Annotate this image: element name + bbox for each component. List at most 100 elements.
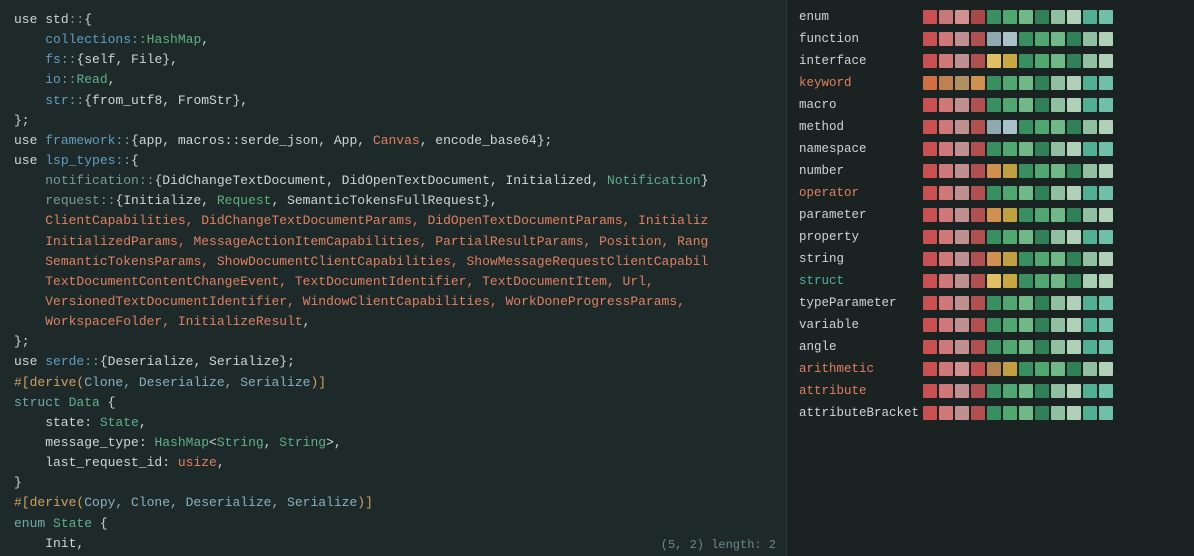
color-swatch[interactable] <box>923 384 937 398</box>
color-swatch[interactable] <box>971 296 985 310</box>
color-swatch[interactable] <box>1003 98 1017 112</box>
color-swatch[interactable] <box>971 10 985 24</box>
token-row[interactable]: method <box>787 116 1194 138</box>
color-swatch[interactable] <box>971 54 985 68</box>
color-swatch[interactable] <box>955 406 969 420</box>
color-swatch[interactable] <box>1035 54 1049 68</box>
color-swatch[interactable] <box>1019 362 1033 376</box>
color-swatch[interactable] <box>1003 252 1017 266</box>
color-swatch[interactable] <box>971 164 985 178</box>
color-swatch[interactable] <box>1035 208 1049 222</box>
color-swatch[interactable] <box>971 274 985 288</box>
color-swatch[interactable] <box>939 76 953 90</box>
color-swatch[interactable] <box>923 230 937 244</box>
color-swatch[interactable] <box>1035 10 1049 24</box>
color-swatch[interactable] <box>939 208 953 222</box>
color-swatch[interactable] <box>1019 54 1033 68</box>
color-swatch[interactable] <box>939 32 953 46</box>
color-swatch[interactable] <box>1035 32 1049 46</box>
color-swatch[interactable] <box>1099 164 1113 178</box>
token-list[interactable]: enumfunctioninterfacekeywordmacromethodn… <box>787 0 1194 556</box>
color-swatch[interactable] <box>939 120 953 134</box>
color-swatch[interactable] <box>1035 164 1049 178</box>
color-swatch[interactable] <box>1099 230 1113 244</box>
color-swatch[interactable] <box>1019 142 1033 156</box>
color-swatch[interactable] <box>1083 164 1097 178</box>
color-swatch[interactable] <box>1003 274 1017 288</box>
color-swatch[interactable] <box>1051 384 1065 398</box>
color-swatch[interactable] <box>987 98 1001 112</box>
color-swatch[interactable] <box>1035 340 1049 354</box>
color-swatch[interactable] <box>955 142 969 156</box>
color-swatch[interactable] <box>1067 98 1081 112</box>
color-swatch[interactable] <box>1035 186 1049 200</box>
color-swatch[interactable] <box>1003 230 1017 244</box>
token-row[interactable]: macro <box>787 94 1194 116</box>
token-row[interactable]: attributeBracket <box>787 402 1194 424</box>
token-row[interactable]: typeParameter <box>787 292 1194 314</box>
color-swatch[interactable] <box>939 164 953 178</box>
color-swatch[interactable] <box>1099 186 1113 200</box>
color-swatch[interactable] <box>987 384 1001 398</box>
color-swatch[interactable] <box>1003 10 1017 24</box>
color-swatch[interactable] <box>939 274 953 288</box>
color-swatch[interactable] <box>987 252 1001 266</box>
color-swatch[interactable] <box>923 186 937 200</box>
color-swatch[interactable] <box>923 54 937 68</box>
color-swatch[interactable] <box>971 340 985 354</box>
color-swatch[interactable] <box>1019 384 1033 398</box>
color-swatch[interactable] <box>971 362 985 376</box>
color-swatch[interactable] <box>1035 252 1049 266</box>
color-swatch[interactable] <box>1051 296 1065 310</box>
color-swatch[interactable] <box>1019 230 1033 244</box>
color-swatch[interactable] <box>1083 186 1097 200</box>
color-swatch[interactable] <box>1083 384 1097 398</box>
color-swatch[interactable] <box>923 406 937 420</box>
color-swatch[interactable] <box>1067 296 1081 310</box>
color-swatch[interactable] <box>1067 384 1081 398</box>
color-swatch[interactable] <box>1083 120 1097 134</box>
color-swatch[interactable] <box>1003 296 1017 310</box>
token-row[interactable]: property <box>787 226 1194 248</box>
token-row[interactable]: variable <box>787 314 1194 336</box>
color-swatch[interactable] <box>1067 186 1081 200</box>
color-swatch[interactable] <box>1083 98 1097 112</box>
color-swatch[interactable] <box>1067 76 1081 90</box>
color-swatch[interactable] <box>1083 10 1097 24</box>
color-swatch[interactable] <box>1099 120 1113 134</box>
color-swatch[interactable] <box>1003 208 1017 222</box>
color-swatch[interactable] <box>987 164 1001 178</box>
color-swatch[interactable] <box>939 384 953 398</box>
color-swatch[interactable] <box>1003 142 1017 156</box>
color-swatch[interactable] <box>1067 10 1081 24</box>
color-swatch[interactable] <box>1003 120 1017 134</box>
color-swatch[interactable] <box>971 208 985 222</box>
color-swatch[interactable] <box>971 318 985 332</box>
color-swatch[interactable] <box>1019 98 1033 112</box>
color-swatch[interactable] <box>1035 230 1049 244</box>
color-swatch[interactable] <box>1083 318 1097 332</box>
color-swatch[interactable] <box>1035 76 1049 90</box>
color-swatch[interactable] <box>987 76 1001 90</box>
color-swatch[interactable] <box>923 76 937 90</box>
color-swatch[interactable] <box>1083 406 1097 420</box>
token-row[interactable]: parameter <box>787 204 1194 226</box>
color-swatch[interactable] <box>1083 208 1097 222</box>
color-swatch[interactable] <box>1099 54 1113 68</box>
color-swatch[interactable] <box>1083 274 1097 288</box>
color-swatch[interactable] <box>1019 32 1033 46</box>
color-swatch[interactable] <box>1067 32 1081 46</box>
color-swatch[interactable] <box>971 384 985 398</box>
color-swatch[interactable] <box>987 406 1001 420</box>
color-swatch[interactable] <box>971 142 985 156</box>
color-swatch[interactable] <box>1067 142 1081 156</box>
color-swatch[interactable] <box>987 362 1001 376</box>
color-swatch[interactable] <box>1035 296 1049 310</box>
color-swatch[interactable] <box>939 10 953 24</box>
color-swatch[interactable] <box>1099 296 1113 310</box>
color-swatch[interactable] <box>923 10 937 24</box>
color-swatch[interactable] <box>923 362 937 376</box>
color-swatch[interactable] <box>923 296 937 310</box>
color-swatch[interactable] <box>1067 406 1081 420</box>
color-swatch[interactable] <box>1019 208 1033 222</box>
